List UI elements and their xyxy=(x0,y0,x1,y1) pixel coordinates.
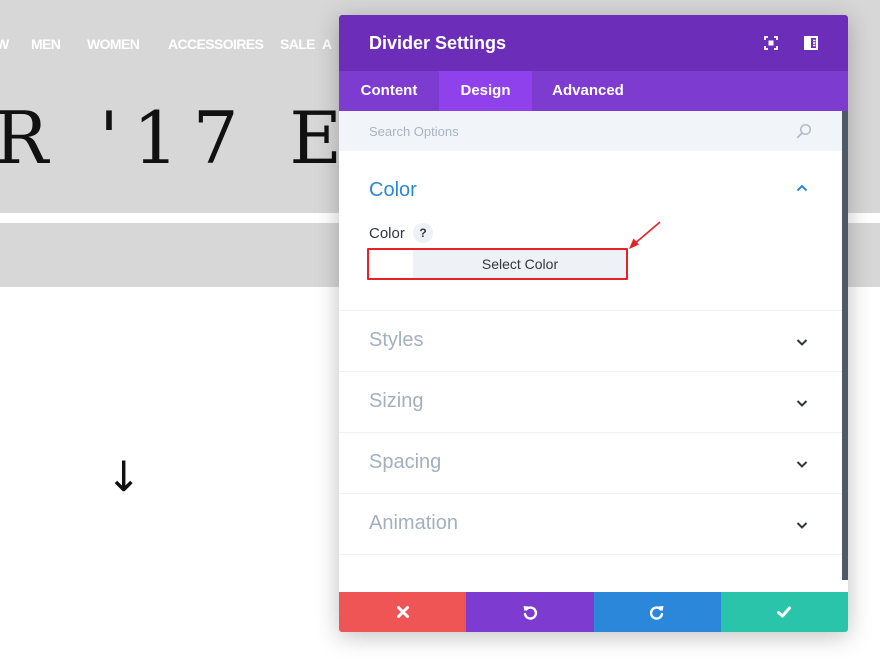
section-title-spacing[interactable]: Spacing xyxy=(369,451,441,474)
section-title-styles[interactable]: Styles xyxy=(369,329,423,352)
scrollbar[interactable] xyxy=(842,111,848,580)
color-swatch[interactable] xyxy=(369,250,413,278)
section-sizing[interactable]: Sizing xyxy=(339,372,842,433)
color-field-label: Color xyxy=(369,225,405,242)
nav-item-women[interactable]: WOMEN xyxy=(87,36,140,52)
nav-item[interactable]: A xyxy=(322,36,332,52)
chevron-down-icon[interactable] xyxy=(795,396,809,410)
tab-content[interactable]: Content xyxy=(339,71,439,111)
redo-icon xyxy=(650,606,664,620)
section-title-animation[interactable]: Animation xyxy=(369,512,458,535)
tab-design[interactable]: Design xyxy=(439,71,532,111)
nav-item[interactable]: W xyxy=(0,36,9,52)
sidebar-icon[interactable] xyxy=(803,35,819,51)
settings-scroll-area: Color Color ? Select Color Styles Sizing… xyxy=(339,151,842,592)
help-icon[interactable]: ? xyxy=(413,223,433,243)
modal-title: Divider Settings xyxy=(369,33,507,53)
chevron-down-icon[interactable] xyxy=(795,457,809,471)
divider-settings-modal: Divider Settings Content Design Advanced… xyxy=(339,15,848,632)
search-bar xyxy=(339,111,842,151)
section-styles[interactable]: Styles xyxy=(339,311,842,372)
check-icon xyxy=(777,606,792,618)
section-animation[interactable]: Animation xyxy=(339,494,842,555)
chevron-down-icon[interactable] xyxy=(795,518,809,532)
chevron-up-icon[interactable] xyxy=(795,181,809,195)
select-color-button[interactable]: Select Color xyxy=(413,250,627,278)
section-color: Color Color ? Select Color xyxy=(339,151,842,311)
annotation-arrow-icon xyxy=(629,221,661,249)
undo-button[interactable] xyxy=(466,592,594,632)
nav-item-accessoires[interactable]: ACCESSOIRES xyxy=(168,36,264,52)
section-spacing[interactable]: Spacing xyxy=(339,433,842,494)
cancel-button[interactable] xyxy=(339,592,467,632)
modal-footer xyxy=(339,592,848,632)
chevron-down-icon[interactable] xyxy=(795,335,809,349)
undo-icon xyxy=(523,606,537,620)
nav-item-sale[interactable]: SALE xyxy=(280,36,316,52)
expand-icon[interactable] xyxy=(763,35,779,51)
section-title-color[interactable]: Color xyxy=(369,179,417,202)
close-icon xyxy=(396,606,409,618)
down-arrow-icon: ↓ xyxy=(106,452,142,501)
modal-tabs: Content Design Advanced xyxy=(339,71,848,111)
save-button[interactable] xyxy=(720,592,848,632)
nav-item-men[interactable]: MEN xyxy=(31,36,61,52)
screen: W MEN WOMEN ACCESSOIRES SALE A R '17 ED … xyxy=(0,0,880,664)
section-title-sizing[interactable]: Sizing xyxy=(369,390,423,413)
search-input[interactable] xyxy=(369,121,789,141)
tab-advanced[interactable]: Advanced xyxy=(532,71,644,111)
search-icon[interactable] xyxy=(796,123,812,139)
modal-header: Divider Settings xyxy=(339,15,848,71)
redo-button[interactable] xyxy=(593,592,721,632)
